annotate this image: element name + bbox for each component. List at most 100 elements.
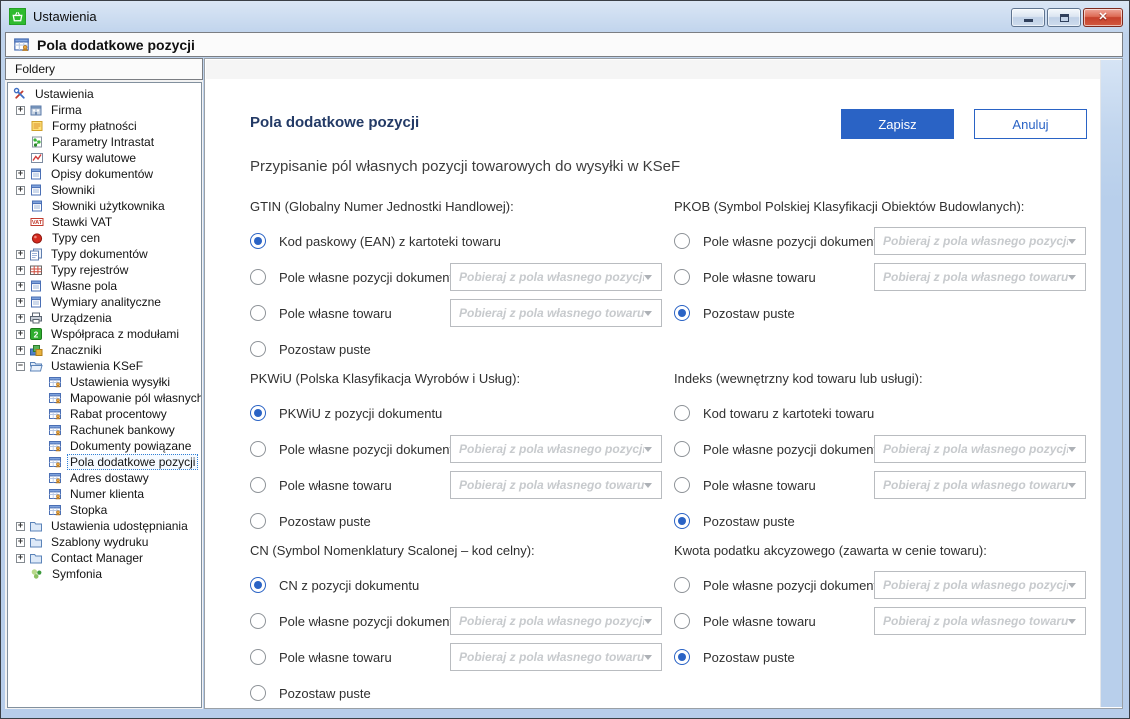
tree-item[interactable]: Słowniki użytkownika [8,198,201,214]
tree-item[interactable]: +Wymiary analityczne [8,294,201,310]
radio-label[interactable]: Pole własne towaru [703,614,816,629]
radio-button[interactable] [674,269,690,285]
radio-label[interactable]: Kod towaru z kartoteki towaru [703,406,874,421]
radio-label[interactable]: Pole własne towaru [703,478,816,493]
radio-label[interactable]: Pole własne pozycji dokumentu [703,442,884,457]
tree-item[interactable]: +Urządzenia [8,310,201,326]
dropdown-arrow-icon [644,447,652,452]
radio-label[interactable]: Pole własne pozycji dokumentu [703,578,884,593]
tree-item[interactable]: Typy cen [8,230,201,246]
radio-label[interactable]: CN z pozycji dokumentu [279,578,419,593]
expand-icon[interactable]: + [16,282,25,291]
tree-item[interactable]: Ustawienia [8,86,201,102]
radio-label[interactable]: Pozostaw puste [703,514,795,529]
radio-button[interactable] [674,513,690,529]
tree-item[interactable]: VATStawki VAT [8,214,201,230]
radio-label[interactable]: PKWiU z pozycji dokumentu [279,406,442,421]
radio-label[interactable]: Pole własne towaru [703,270,816,285]
radio-label[interactable]: Pole własne towaru [279,478,392,493]
radio-button[interactable] [250,305,266,321]
tree-item[interactable]: +Opisy dokumentów [8,166,201,182]
tree-item[interactable]: +Słowniki [8,182,201,198]
tree-item[interactable]: Parametry Intrastat [8,134,201,150]
expand-icon[interactable]: + [16,538,25,547]
radio-button[interactable] [250,441,266,457]
radio-label[interactable]: Pole własne pozycji dokumentu [703,234,884,249]
radio-label[interactable]: Kod paskowy (EAN) z kartoteki towaru [279,234,501,249]
tree-item[interactable]: Rabat procentowy [8,406,201,422]
tree-item[interactable]: +Contact Manager [8,550,201,566]
tree-item[interactable]: Numer klienta [8,486,201,502]
expand-icon[interactable]: + [16,522,25,531]
radio-label[interactable]: Pozostaw puste [703,650,795,665]
tree-item[interactable]: −Ustawienia KSeF [8,358,201,374]
radio-button[interactable] [250,513,266,529]
radio-button[interactable] [250,577,266,593]
tree-item[interactable]: Rachunek bankowy [8,422,201,438]
tree-item[interactable]: +Własne pola [8,278,201,294]
tree-item[interactable]: Stopka [8,502,201,518]
tree-item[interactable]: +Znaczniki [8,342,201,358]
radio-button[interactable] [674,649,690,665]
radio-button[interactable] [250,341,266,357]
folder-icon [29,551,43,565]
close-button[interactable]: ✕ [1083,8,1123,27]
radio-button[interactable] [250,685,266,701]
minimize-button[interactable] [1011,8,1045,27]
expand-icon[interactable]: + [16,170,25,179]
radio-label[interactable]: Pole własne pozycji dokumentu [279,442,460,457]
expand-icon[interactable]: + [16,266,25,275]
radio-label[interactable]: Pozostaw puste [279,686,371,701]
radio-button[interactable] [250,613,266,629]
expand-icon[interactable]: + [16,298,25,307]
radio-button[interactable] [674,405,690,421]
tree-item[interactable]: Symfonia [8,566,201,582]
tree-item[interactable]: +Typy rejestrów [8,262,201,278]
tree-item[interactable]: Mapowanie pól własnych [8,390,201,406]
expand-icon[interactable]: + [16,330,25,339]
tree-item[interactable]: +2Współpraca z modułami [8,326,201,342]
tree-item[interactable]: Pola dodatkowe pozycji [8,454,201,470]
radio-label[interactable]: Pole własne pozycji dokumentu [279,614,460,629]
tree-item[interactable]: Adres dostawy [8,470,201,486]
radio-button[interactable] [250,233,266,249]
expand-icon[interactable]: + [16,346,25,355]
tree-item[interactable]: +Ustawienia udostępniania [8,518,201,534]
maximize-button[interactable] [1047,8,1081,27]
radio-label[interactable]: Pozostaw puste [703,306,795,321]
tree-item[interactable]: Dokumenty powiązane [8,438,201,454]
radio-label[interactable]: Pole własne towaru [279,650,392,665]
radio-button[interactable] [674,305,690,321]
radio-button[interactable] [674,477,690,493]
radio-button[interactable] [674,577,690,593]
collapse-icon[interactable]: − [16,362,25,371]
radio-button[interactable] [250,269,266,285]
radio-button[interactable] [250,649,266,665]
cancel-button[interactable]: Anuluj [974,109,1087,139]
radio-button[interactable] [250,405,266,421]
dropdown-arrow-icon [1068,239,1076,244]
tree-item[interactable]: +Szablony wydruku [8,534,201,550]
tree-item[interactable]: Formy płatności [8,118,201,134]
radio-button[interactable] [674,613,690,629]
radio-button[interactable] [250,477,266,493]
radio-button[interactable] [674,441,690,457]
expand-icon[interactable]: + [16,314,25,323]
tree-item[interactable]: +Firma [8,102,201,118]
radio-label[interactable]: Pole własne towaru [279,306,392,321]
tree-item[interactable]: Ustawienia wysyłki [8,374,201,390]
vertical-scrollbar[interactable] [1100,60,1122,707]
radio-label[interactable]: Pozostaw puste [279,342,371,357]
expand-icon[interactable]: + [16,554,25,563]
dropdown-arrow-icon [644,311,652,316]
expand-icon[interactable]: + [16,106,25,115]
expand-icon[interactable]: + [16,250,25,259]
radio-button[interactable] [674,233,690,249]
tree-item[interactable]: Kursy walutowe [8,150,201,166]
save-button[interactable]: Zapisz [841,109,954,139]
expand-icon[interactable]: + [16,186,25,195]
page-title: Pola dodatkowe pozycji [250,114,419,131]
tree-item[interactable]: +Typy dokumentów [8,246,201,262]
radio-label[interactable]: Pozostaw puste [279,514,371,529]
radio-label[interactable]: Pole własne pozycji dokumentu [279,270,460,285]
